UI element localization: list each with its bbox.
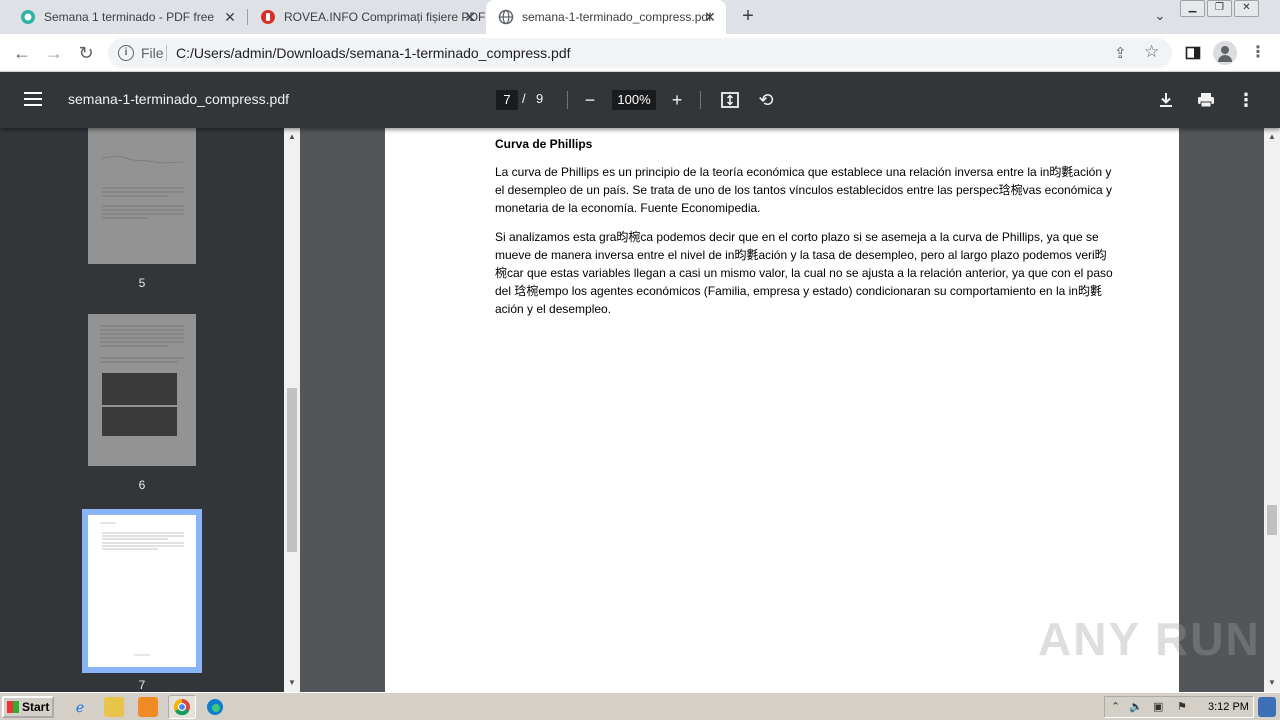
page-separator: / <box>522 91 526 106</box>
zoom-out-icon[interactable]: − <box>578 88 602 112</box>
thumbnail-label: 5 <box>138 276 146 290</box>
scroll-down-arrow-icon[interactable]: ▼ <box>1264 676 1280 690</box>
profile-avatar[interactable] <box>1213 41 1237 65</box>
download-icon[interactable] <box>1154 88 1178 112</box>
close-icon[interactable]: ✕ <box>222 9 238 25</box>
close-icon[interactable]: ✕ <box>462 9 478 25</box>
page-thumbnail-6[interactable] <box>88 314 196 466</box>
thumbnail-label: 6 <box>138 478 146 492</box>
volume-icon[interactable]: 🔈 <box>1129 700 1143 713</box>
network-icon[interactable]: ▣ <box>1153 700 1163 713</box>
tray-expand-icon[interactable]: ⌃ <box>1111 700 1120 713</box>
divider <box>166 45 167 61</box>
tab-title: ROVEA.INFO Comprimați fișiere PDF <box>284 10 486 24</box>
url-text[interactable]: C:/Users/admin/Downloads/semana-1-termin… <box>176 45 571 61</box>
thumbnail-label: 7 <box>138 678 146 692</box>
tab-semana-pdf-free[interactable]: Semana 1 terminado - PDF free ✕ <box>8 0 246 34</box>
watermark-logo: ANY RUN <box>1038 613 1261 665</box>
paragraph: Si analizamos esta gra昀椀ca podemos decir… <box>495 230 1113 316</box>
tab-strip: Semana 1 terminado - PDF free ✕ ROVEA.IN… <box>0 0 1280 34</box>
pdf-page: Curva de Phillips La curva de Phillips e… <box>385 128 1179 692</box>
file-explorer-icon[interactable] <box>104 697 124 717</box>
clock: 3:12 PM <box>1208 701 1249 713</box>
document-scrollbar[interactable] <box>1264 128 1280 692</box>
new-tab-button[interactable]: + <box>736 5 760 29</box>
media-player-icon[interactable] <box>138 697 158 717</box>
divider <box>700 91 701 109</box>
page-thumbnail-7-selected[interactable] <box>82 509 202 673</box>
page-total: 9 <box>536 91 544 106</box>
print-icon[interactable] <box>1194 88 1218 112</box>
zoom-level-input[interactable]: 100% <box>612 90 656 110</box>
page-thumbnail-5[interactable] <box>88 128 196 264</box>
info-icon[interactable]: i <box>118 45 134 61</box>
document-viewport: Curva de Phillips La curva de Phillips e… <box>300 128 1264 692</box>
menu-kebab-icon[interactable]: ⋮ <box>1246 41 1270 65</box>
restore-button[interactable]: ❐ <box>1207 0 1232 17</box>
tab-rovea[interactable]: ROVEA.INFO Comprimați fișiere PDF ✕ <box>248 0 486 34</box>
zoom-in-icon[interactable]: + <box>665 88 689 112</box>
reload-icon[interactable]: ↻ <box>74 41 98 65</box>
tab-title: semana-1-terminado_compress.pdf <box>522 10 712 24</box>
start-button[interactable]: Start <box>2 696 54 718</box>
scroll-up-arrow-icon[interactable]: ▲ <box>1264 130 1280 144</box>
close-window-button[interactable]: ✕ <box>1234 0 1259 17</box>
hamburger-menu-icon[interactable] <box>24 92 42 106</box>
show-desktop-icon[interactable] <box>1258 697 1276 717</box>
tab-title: Semana 1 terminado - PDF free <box>44 10 215 24</box>
address-bar[interactable]: i File C:/Users/admin/Downloads/semana-1… <box>108 38 1172 68</box>
pdf-toolbar: semana-1-terminado_compress.pdf 7 / 9 − … <box>0 72 1280 128</box>
flag-icon[interactable]: ⚑ <box>1177 700 1187 713</box>
page-number-input[interactable]: 7 <box>496 90 518 110</box>
fit-to-page-icon[interactable] <box>718 88 742 112</box>
browser-toolbar: ← → ↻ i File C:/Users/admin/Downloads/se… <box>0 34 1280 72</box>
globe-teal-icon <box>20 9 36 25</box>
internet-explorer-icon[interactable]: ℯ <box>70 697 90 717</box>
windows-taskbar: Start ℯ ⌃ 🔈 ▣ ⚑ 3:12 PM <box>0 692 1280 720</box>
office-icon <box>260 9 276 25</box>
tab-search-icon[interactable]: ⌄ <box>1150 8 1170 28</box>
thumbnail-sidebar: 5 6 7 <box>0 128 300 692</box>
bookmark-star-icon[interactable]: ☆ <box>1144 42 1159 62</box>
back-icon[interactable]: ← <box>10 41 34 65</box>
more-options-icon[interactable]: ⋮ <box>1234 88 1258 112</box>
share-icon[interactable]: ⇪ <box>1114 44 1127 62</box>
scroll-up-arrow-icon[interactable]: ▲ <box>284 130 300 144</box>
side-panel-icon[interactable] <box>1181 41 1205 65</box>
scheme-label: File <box>141 45 164 61</box>
pdf-file-name: semana-1-terminado_compress.pdf <box>68 91 289 107</box>
globe-icon <box>498 9 514 25</box>
window-controls: ▁ ❐ ✕ <box>1180 0 1261 18</box>
chrome-taskbar-button[interactable] <box>168 695 196 719</box>
forward-icon[interactable]: → <box>42 41 66 65</box>
paragraph: La curva de Phillips es un principio de … <box>495 165 1113 215</box>
section-heading: Curva de Phillips <box>495 137 593 151</box>
divider <box>567 91 568 109</box>
minimize-button[interactable]: ▁ <box>1180 0 1205 17</box>
tab-semana-compress-pdf[interactable]: semana-1-terminado_compress.pdf ✕ <box>486 0 726 34</box>
sidebar-scroll-thumb[interactable] <box>287 388 297 552</box>
edge-icon[interactable] <box>205 697 225 717</box>
close-icon[interactable]: ✕ <box>702 9 718 25</box>
rotate-icon[interactable]: ⟲ <box>754 88 778 112</box>
document-scroll-thumb[interactable] <box>1267 505 1277 535</box>
scroll-down-arrow-icon[interactable]: ▼ <box>284 676 300 690</box>
